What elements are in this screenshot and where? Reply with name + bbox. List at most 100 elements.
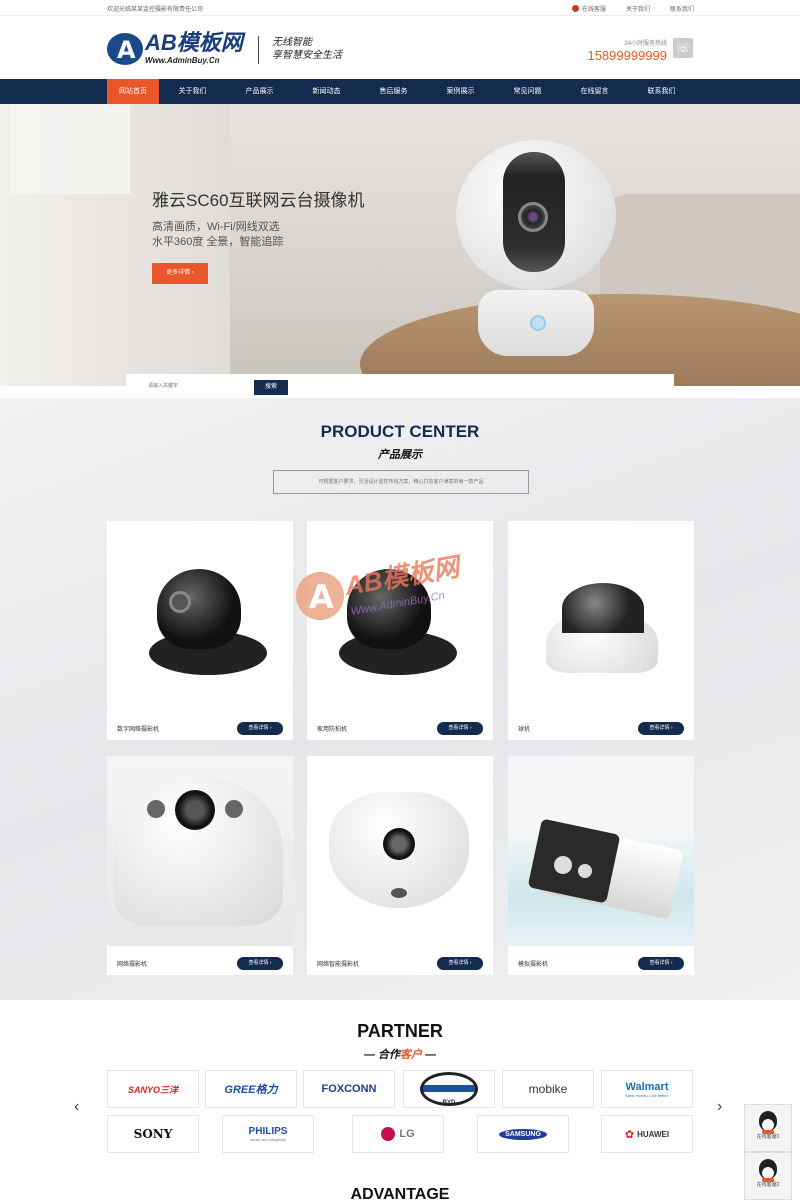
product-more-button[interactable]: 查看详情 ›: [638, 957, 684, 970]
partner-logo-gree[interactable]: GREE格力: [205, 1070, 297, 1108]
logo-icon: [107, 32, 143, 65]
product-card[interactable]: 数字网络摄影机 查看详情 ›: [107, 521, 293, 740]
product-card[interactable]: 模拟摄影机 查看详情 ›: [508, 756, 694, 975]
product-image[interactable]: [508, 756, 694, 946]
partner-logo-walmart[interactable]: Walmart Save money. Live better.: [601, 1070, 693, 1108]
slogan-line-2: 享智慧安全生活: [272, 50, 342, 61]
partner-prev-arrow[interactable]: ‹: [74, 1098, 79, 1116]
hotline-label: 24小时服务热线: [624, 41, 667, 47]
huawei-wordmark: HUAWEI: [637, 1129, 670, 1139]
product-name[interactable]: 家用防拍机: [317, 724, 347, 733]
product-section: PRODUCT CENTER 产品展示 可根据客户要求，灵活设计监控布线方案，精…: [0, 398, 800, 1000]
walmart-tagline: Save money. Live better.: [625, 1092, 669, 1098]
watermark-logo: AB模板网 Www.AdminBuy.Cn: [296, 551, 506, 638]
logo-divider: [258, 36, 259, 64]
product-name[interactable]: 球机: [518, 724, 530, 733]
hero-banner: 雅云SC60互联网云台摄像机 高清画质，Wi-Fi/网线双选 水平360度 全景…: [0, 104, 800, 386]
partner-logo-foxconn[interactable]: FOXCONN: [303, 1070, 395, 1108]
product-card[interactable]: 球机 查看详情 ›: [508, 521, 694, 740]
partner-logo-sanyo[interactable]: SANYO三洋: [107, 1070, 199, 1108]
float-qq-service-2[interactable]: 在线客服2: [744, 1152, 792, 1200]
product-image[interactable]: [107, 756, 293, 946]
top-link-about[interactable]: 关于我们: [626, 4, 650, 13]
product-card[interactable]: 网络智能摄影机 查看详情 ›: [307, 756, 493, 975]
product-name[interactable]: 网络智能摄影机: [317, 959, 359, 968]
partner-section: PARTNER — 合作客户 — ‹ › SANYO三洋 GREE格力 FOXC…: [0, 1000, 800, 1200]
banner-bg-window: [10, 104, 130, 194]
float-qq-service-1[interactable]: 在线客服1: [744, 1104, 792, 1152]
banner-sub-line-2: 水平360度 全景，智能追踪: [152, 236, 284, 248]
partner-logo-byd[interactable]: BYD: [403, 1070, 495, 1108]
banner-title: 雅云SC60互联网云台摄像机: [152, 191, 365, 210]
float-qq-label-1: 在线客服1: [756, 1134, 780, 1140]
huawei-icon: ✿: [624, 1128, 635, 1141]
search-button[interactable]: 搜索: [254, 380, 288, 395]
nav-item-service[interactable]: 售后服务: [360, 79, 427, 104]
watermark-icon: [296, 572, 344, 620]
partner-logo-philips[interactable]: PHILIPS sense and simplicity: [222, 1115, 314, 1153]
phone-icon: ☏: [673, 38, 693, 58]
walmart-wordmark: Walmart: [625, 1080, 669, 1093]
product-more-button[interactable]: 查看详情 ›: [237, 957, 283, 970]
top-link-contact[interactable]: 联系我们: [670, 4, 694, 13]
product-more-button[interactable]: 查看详情 ›: [638, 722, 684, 735]
product-name[interactable]: 模拟摄影机: [518, 959, 548, 968]
banner-more-button[interactable]: 更多详情 ›: [152, 263, 208, 284]
product-image[interactable]: [508, 521, 694, 711]
product-more-button[interactable]: 查看详情 ›: [237, 722, 283, 735]
float-qq-label-2: 在线客服2: [756, 1182, 780, 1188]
site-header: AB模板网 Www.AdminBuy.Cn 无线智能 享智慧安全生活 24小时服…: [0, 16, 800, 79]
product-more-button[interactable]: 查看详情 ›: [437, 957, 483, 970]
product-name[interactable]: 网络摄影机: [117, 959, 147, 968]
product-description: 可根据客户要求，灵活设计监控布线方案，精心打造客户满意的每一款产品: [273, 470, 529, 494]
top-bar: 欢迎光临某某监控摄影有限责任公司 在线客服 关于我们 联系我们: [0, 0, 800, 16]
product-image[interactable]: [307, 756, 493, 946]
product-title-cn: 产品展示: [378, 449, 422, 461]
banner-camera-image: [456, 140, 616, 356]
byd-logo-mark: BYD: [420, 1072, 478, 1106]
search-input[interactable]: [148, 380, 248, 392]
nav-item-home[interactable]: 网站首页: [107, 79, 159, 104]
qq-penguin-icon: [759, 1111, 777, 1134]
partner-title-en: PARTNER: [357, 1021, 443, 1041]
nav-item-message[interactable]: 在线留言: [561, 79, 628, 104]
hotline-number: 15899999999: [587, 48, 667, 63]
advantage-title-en: ADVANTAGE: [350, 1186, 450, 1200]
product-more-button[interactable]: 查看详情 ›: [437, 722, 483, 735]
logo-url: Www.AdminBuy.Cn: [145, 56, 220, 65]
main-nav: 网站首页 关于我们 产品展示 新闻动态 售后服务 案例展示 常见问题 在线留言 …: [0, 79, 800, 104]
banner-sub-line-1: 高清画质，Wi-Fi/网线双选: [152, 221, 280, 233]
search-bar: 搜索: [126, 374, 674, 398]
qq-penguin-icon: [759, 1159, 777, 1182]
philips-tagline: sense and simplicity: [250, 1137, 286, 1142]
partner-logo-sony[interactable]: SONY: [107, 1115, 199, 1153]
top-link-online-service[interactable]: 在线客服: [571, 4, 606, 13]
product-image[interactable]: [107, 521, 293, 711]
hotline: 24小时服务热线 15899999999: [587, 38, 667, 63]
product-name[interactable]: 数字网络摄影机: [117, 724, 159, 733]
partner-next-arrow[interactable]: ›: [717, 1098, 722, 1116]
slogan: 无线智能 享智慧安全生活: [272, 36, 342, 62]
nav-item-faq[interactable]: 常见问题: [494, 79, 561, 104]
samsung-wordmark: SAMSUNG: [499, 1128, 547, 1140]
site-logo[interactable]: AB模板网 Www.AdminBuy.Cn: [107, 32, 243, 65]
lg-wordmark: LG: [399, 1128, 415, 1140]
nav-item-about[interactable]: 关于我们: [159, 79, 226, 104]
lg-icon: [381, 1127, 396, 1141]
slogan-line-1: 无线智能: [272, 37, 312, 48]
top-links: 在线客服 关于我们 联系我们: [552, 4, 694, 13]
nav-item-cases[interactable]: 案例展示: [427, 79, 494, 104]
partner-logo-huawei[interactable]: ✿ HUAWEI: [601, 1115, 693, 1153]
product-title-en: PRODUCT CENTER: [320, 422, 480, 441]
partner-title-cn: — 合作客户 —: [363, 1049, 437, 1061]
partner-logo-lg[interactable]: LG: [352, 1115, 444, 1153]
qq-icon: [571, 5, 579, 12]
partner-logo-mobike[interactable]: mobike: [502, 1070, 594, 1108]
nav-item-contact[interactable]: 联系我们: [628, 79, 695, 104]
logo-title: AB模板网: [145, 30, 243, 55]
partner-logo-samsung[interactable]: SAMSUNG: [477, 1115, 569, 1153]
nav-item-news[interactable]: 新闻动态: [293, 79, 360, 104]
product-card[interactable]: 网络摄影机 查看详情 ›: [107, 756, 293, 975]
philips-wordmark: PHILIPS: [248, 1126, 288, 1137]
nav-item-products[interactable]: 产品展示: [226, 79, 293, 104]
